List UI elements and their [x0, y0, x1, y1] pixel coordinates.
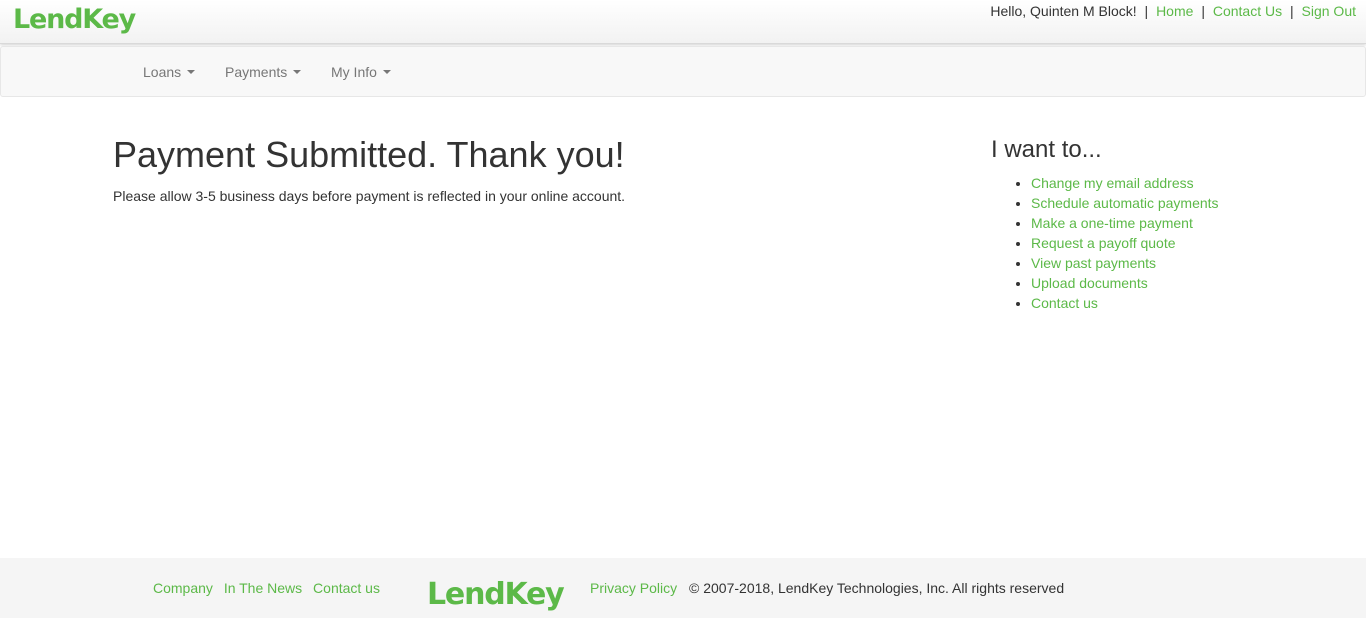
greeting-text: Hello, Quinten M Block! [990, 3, 1137, 19]
footer-contact-link[interactable]: Contact us [313, 580, 380, 596]
separator: | [1144, 3, 1149, 19]
sidebar-contact-us-link[interactable]: Contact us [1031, 295, 1098, 311]
upload-documents-link[interactable]: Upload documents [1031, 275, 1148, 291]
page-title: Payment Submitted. Thank you! [113, 134, 625, 175]
top-header: LendKey Hello, Quinten M Block! | Home |… [0, 0, 1366, 44]
contact-us-link[interactable]: Contact Us [1213, 3, 1282, 19]
list-item: View past payments [1031, 253, 1219, 273]
list-item: Change my email address [1031, 173, 1219, 193]
list-item: Make a one-time payment [1031, 213, 1219, 233]
footer-company-link[interactable]: Company [153, 580, 213, 596]
separator: | [1201, 3, 1205, 19]
footer: Company In The News Contact us LendKey P… [0, 558, 1366, 618]
main-navbar: Loans Payments My Info [0, 46, 1366, 97]
nav-loans-label: Loans [143, 64, 182, 80]
payoff-quote-link[interactable]: Request a payoff quote [1031, 235, 1176, 251]
footer-legal: Privacy Policy © 2007-2018, LendKey Tech… [590, 580, 1064, 596]
caret-down-icon [187, 70, 196, 74]
user-links: Hello, Quinten M Block! | Home | Contact… [990, 3, 1356, 19]
nav-myinfo-dropdown[interactable]: My Info [331, 64, 391, 80]
footer-news-link[interactable]: In The News [224, 580, 302, 596]
change-email-link[interactable]: Change my email address [1031, 175, 1194, 191]
separator: | [1289, 3, 1294, 19]
lendkey-logo[interactable]: LendKey [13, 4, 136, 35]
footer-links: Company In The News Contact us [153, 580, 387, 596]
one-time-payment-link[interactable]: Make a one-time payment [1031, 215, 1193, 231]
quick-actions-list: Change my email address Schedule automat… [1031, 173, 1219, 313]
sign-out-link[interactable]: Sign Out [1302, 3, 1356, 19]
list-item: Contact us [1031, 293, 1219, 313]
home-link[interactable]: Home [1156, 3, 1193, 19]
payment-confirmation-message: Please allow 3-5 business days before pa… [113, 188, 626, 204]
caret-down-icon [382, 70, 391, 74]
footer-lendkey-logo: LendKey [427, 577, 565, 612]
copyright-text: © 2007-2018, LendKey Technologies, Inc. … [689, 580, 1065, 596]
schedule-automatic-payments-link[interactable]: Schedule automatic payments [1031, 195, 1219, 211]
nav-loans-dropdown[interactable]: Loans [143, 64, 196, 80]
past-payments-link[interactable]: View past payments [1031, 255, 1156, 271]
list-item: Upload documents [1031, 273, 1219, 293]
caret-down-icon [293, 70, 302, 74]
sidebar-heading: I want to... [991, 136, 1102, 163]
list-item: Schedule automatic payments [1031, 193, 1219, 213]
nav-payments-dropdown[interactable]: Payments [225, 64, 302, 80]
list-item: Request a payoff quote [1031, 233, 1219, 253]
nav-payments-label: Payments [225, 64, 288, 80]
privacy-policy-link[interactable]: Privacy Policy [590, 580, 677, 596]
nav-myinfo-label: My Info [331, 64, 377, 80]
